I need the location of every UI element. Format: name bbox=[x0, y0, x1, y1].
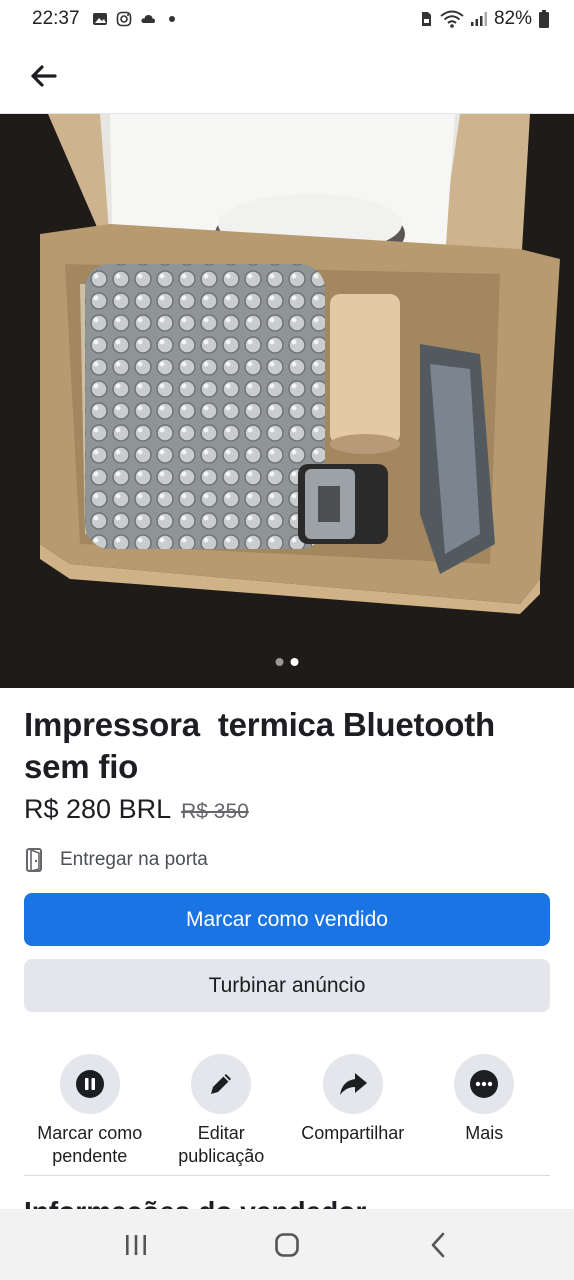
more-circle bbox=[454, 1054, 515, 1114]
share-button[interactable]: Compartilhar bbox=[287, 1054, 419, 1168]
home-button[interactable] bbox=[257, 1220, 317, 1270]
mark-pending-button[interactable]: Marcar como pendente bbox=[24, 1054, 156, 1168]
back-button[interactable] bbox=[26, 59, 60, 93]
listing-old-price: R$ 350 bbox=[181, 800, 249, 823]
pause-icon bbox=[75, 1070, 104, 1098]
arrow-left-icon bbox=[31, 64, 57, 87]
delivery-info: Entregar na porta bbox=[24, 847, 550, 873]
mark-pending-circle bbox=[59, 1054, 120, 1114]
more-label: Mais bbox=[465, 1123, 504, 1143]
more-button[interactable]: Mais bbox=[419, 1054, 551, 1168]
edit-listing-label: Editar publicação bbox=[178, 1123, 265, 1166]
boost-listing-button[interactable]: Turbinar anúncio bbox=[24, 959, 550, 1012]
carousel-dot-active[interactable] bbox=[290, 658, 299, 666]
carousel-indicator bbox=[275, 658, 299, 666]
wifi-icon bbox=[440, 10, 464, 28]
battery-icon bbox=[539, 10, 549, 28]
signal-icon bbox=[470, 12, 487, 26]
system-nav-bar bbox=[0, 1209, 574, 1280]
system-back-button[interactable] bbox=[408, 1220, 468, 1270]
share-circle bbox=[322, 1054, 383, 1114]
listing-actions: Marcar como pendente Editar publicação C… bbox=[24, 1054, 550, 1168]
status-time: 22:37 bbox=[32, 8, 80, 29]
battery-percent: 82% bbox=[493, 8, 532, 29]
share-icon bbox=[339, 1073, 367, 1095]
product-image-carousel[interactable] bbox=[0, 114, 574, 688]
mark-pending-label: Marcar como pendente bbox=[37, 1123, 143, 1166]
listing-details: Impressora termica Bluetooth sem fio R$ … bbox=[0, 688, 574, 1168]
gallery-icon bbox=[92, 13, 107, 25]
mark-as-sold-button[interactable]: Marcar como vendido bbox=[24, 893, 550, 946]
listing-title: Impressora termica Bluetooth sem fio bbox=[24, 706, 504, 785]
listing-price: R$ 280 BRL bbox=[24, 794, 172, 824]
status-bar: 22:37 82% bbox=[0, 0, 574, 38]
share-label: Compartilhar bbox=[301, 1123, 405, 1143]
chevron-left-icon bbox=[432, 1232, 445, 1257]
section-divider bbox=[24, 1175, 550, 1176]
door-icon bbox=[26, 848, 42, 873]
cloud-icon bbox=[140, 15, 155, 23]
product-photo bbox=[0, 114, 574, 688]
edit-listing-circle bbox=[191, 1054, 252, 1114]
more-icon bbox=[470, 1070, 499, 1098]
price-row: R$ 280 BRL R$ 350 bbox=[24, 794, 550, 825]
pencil-icon bbox=[211, 1074, 232, 1094]
edit-listing-button[interactable]: Editar publicação bbox=[156, 1054, 288, 1168]
sim-icon bbox=[421, 12, 431, 26]
app-bar bbox=[0, 38, 574, 114]
carousel-dot[interactable] bbox=[275, 658, 284, 666]
dot-icon bbox=[168, 16, 175, 22]
recent-apps-icon bbox=[125, 1234, 146, 1255]
home-icon bbox=[275, 1232, 299, 1257]
delivery-label: Entregar na porta bbox=[60, 849, 208, 870]
recent-apps-button[interactable] bbox=[106, 1220, 166, 1270]
instagram-icon bbox=[116, 11, 131, 27]
